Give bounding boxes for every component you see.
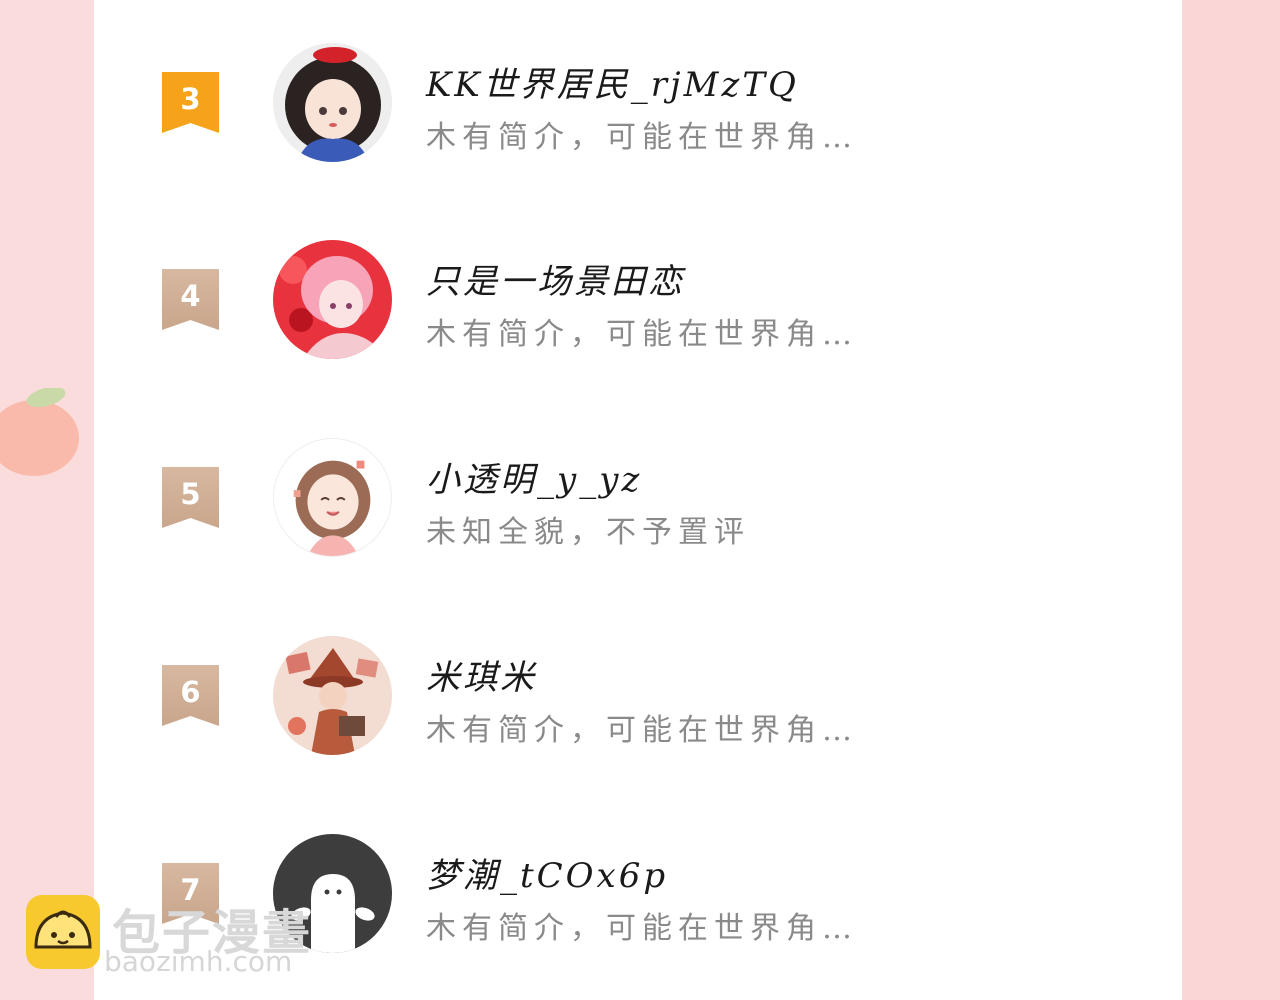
list-item[interactable]: 4 只是一场景田恋 木有简介，可能在世界角…	[94, 234, 1182, 364]
user-name[interactable]: 米琪米	[426, 650, 537, 699]
user-intro: 木有简介，可能在世界角…	[426, 911, 858, 946]
rank-badge: 5	[162, 467, 219, 528]
right-background	[1182, 0, 1280, 1000]
rank-badge: 6	[162, 665, 219, 726]
smiling-girl-avatar	[274, 439, 391, 556]
user-intro: 木有简介，可能在世界角…	[426, 317, 858, 352]
list-item[interactable]: 5 小透明_y_yz 未知全貌，不予置评	[94, 432, 1182, 562]
list-item[interactable]: 6 米琪米 木有简介，可能在世界角…	[94, 630, 1182, 760]
left-background	[0, 0, 94, 1000]
rank-number: 5	[180, 477, 201, 511]
rank-badge: 4	[162, 269, 219, 330]
pink-hair-girl-avatar	[273, 240, 392, 359]
user-intro: 未知全貌，不予置评	[426, 515, 750, 550]
user-name[interactable]: KK世界居民_rjMzTQ	[426, 57, 799, 106]
avatar[interactable]	[273, 636, 392, 755]
watermark-site: baozimh.com	[104, 945, 293, 978]
user-intro: 木有简介，可能在世界角…	[426, 713, 858, 748]
avatar[interactable]	[273, 43, 392, 162]
ranking-list: 3 KK世界居民_rjMzTQ 木有简介，可能在世界角… 4 只是一场景田恋 木…	[94, 0, 1182, 1000]
rank-number: 4	[180, 279, 201, 313]
rank-number: 6	[180, 675, 201, 709]
bun-logo-icon	[26, 895, 100, 969]
peach-icon	[0, 388, 79, 476]
list-item[interactable]: 3 KK世界居民_rjMzTQ 木有简介，可能在世界角…	[94, 37, 1182, 167]
avatar[interactable]	[273, 438, 392, 557]
snow-white-avatar	[273, 43, 392, 162]
watermark: 包子漫畫 baozimh.com	[26, 893, 326, 983]
rank-badge: 3	[162, 72, 219, 133]
witch-avatar	[273, 636, 392, 755]
user-name[interactable]: 梦潮_tCOx6p	[426, 848, 668, 897]
user-intro: 木有简介，可能在世界角…	[426, 120, 858, 155]
rank-number: 3	[180, 82, 201, 116]
user-name[interactable]: 小透明_y_yz	[426, 452, 642, 501]
avatar[interactable]	[273, 240, 392, 359]
user-name[interactable]: 只是一场景田恋	[426, 254, 685, 303]
